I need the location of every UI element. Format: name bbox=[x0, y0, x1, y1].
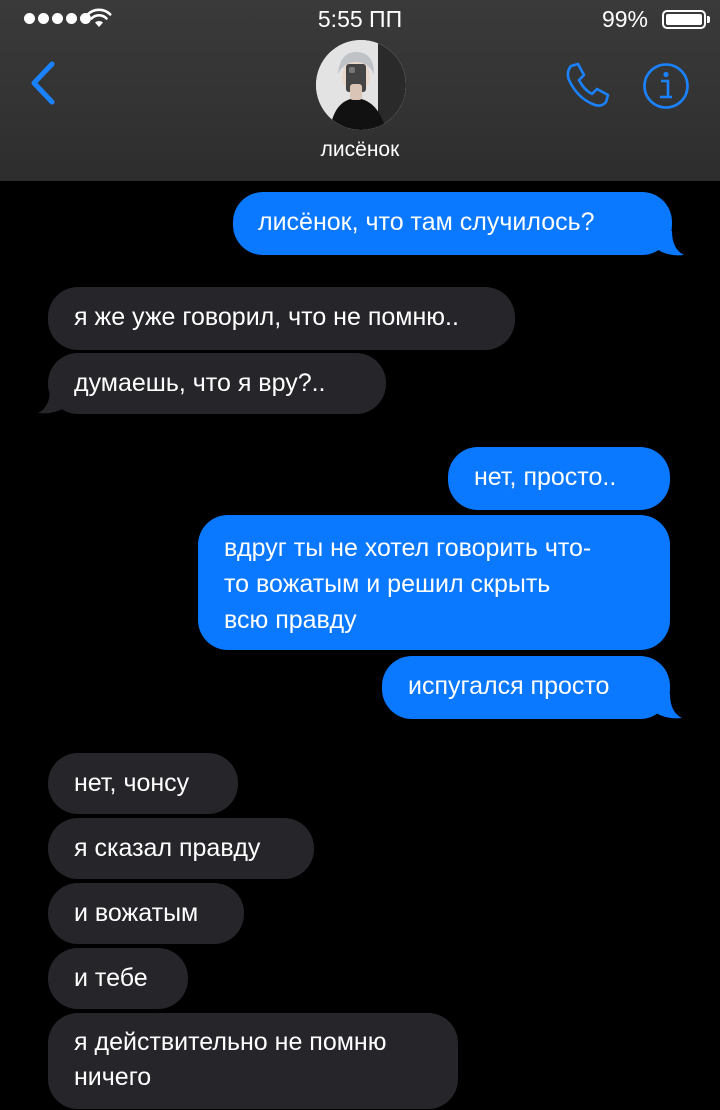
message-outgoing[interactable]: вдруг ты не хотел говорить что- то вожат… bbox=[198, 515, 670, 650]
message-thread[interactable]: лисёнок, что там случилось? я же уже гов… bbox=[0, 181, 720, 1110]
message-text: испугался просто bbox=[408, 672, 610, 700]
message-outgoing[interactable]: нет, просто.. bbox=[448, 447, 670, 510]
message-incoming[interactable]: я действительно не помню ничего bbox=[48, 1013, 458, 1109]
message-text: нет, просто.. bbox=[474, 463, 617, 491]
message-text-line: я действительно не помню bbox=[74, 1028, 387, 1056]
message-outgoing[interactable]: испугался просто bbox=[382, 656, 670, 719]
message-text: лисёнок, что там случилось? bbox=[258, 208, 595, 236]
contact-name[interactable]: лисёнок bbox=[0, 138, 720, 162]
chevron-left-icon bbox=[31, 61, 55, 105]
back-button[interactable] bbox=[26, 58, 66, 108]
message-text: я же уже говорил, что не помню.. bbox=[74, 303, 459, 331]
message-text: думаешь, что я вру?.. bbox=[74, 369, 326, 397]
message-incoming[interactable]: думаешь, что я вру?.. bbox=[48, 353, 386, 414]
message-text: я сказал правду bbox=[74, 834, 261, 862]
phone-icon bbox=[566, 62, 610, 107]
message-text-line: ничего bbox=[74, 1063, 152, 1091]
contact-avatar[interactable] bbox=[316, 40, 406, 130]
message-text: нет, чонсу bbox=[74, 769, 190, 797]
message-incoming[interactable]: я сказал правду bbox=[48, 818, 314, 879]
message-text: и тебе bbox=[74, 964, 148, 992]
message-text-line: то вожатым и решил скрыть bbox=[224, 570, 551, 598]
message-incoming[interactable]: и тебе bbox=[48, 948, 188, 1009]
message-text-line: всю правду bbox=[224, 606, 357, 634]
bubble-tail bbox=[652, 231, 684, 256]
message-incoming[interactable]: и вожатым bbox=[48, 883, 244, 944]
avatar-photo bbox=[316, 40, 406, 130]
message-text: и вожатым bbox=[74, 899, 199, 927]
battery-icon bbox=[662, 10, 710, 29]
message-text-line: вдруг ты не хотел говорить что- bbox=[224, 534, 592, 562]
message-incoming[interactable]: нет, чонсу bbox=[48, 753, 238, 814]
status-bar: 5:55 ПП 99% bbox=[0, 0, 720, 38]
bubble-tail bbox=[38, 389, 70, 414]
message-outgoing[interactable]: лисёнок, что там случилось? bbox=[233, 192, 672, 255]
message-incoming[interactable]: я же уже говорил, что не помню.. bbox=[48, 287, 515, 350]
info-button[interactable] bbox=[642, 62, 690, 110]
call-button[interactable] bbox=[562, 60, 612, 110]
battery-percentage: 99% bbox=[601, 6, 648, 32]
bubble-tail bbox=[650, 694, 682, 719]
info-icon bbox=[643, 63, 689, 109]
conversation-header: 5:55 ПП 99% лисёнок bbox=[0, 0, 720, 181]
